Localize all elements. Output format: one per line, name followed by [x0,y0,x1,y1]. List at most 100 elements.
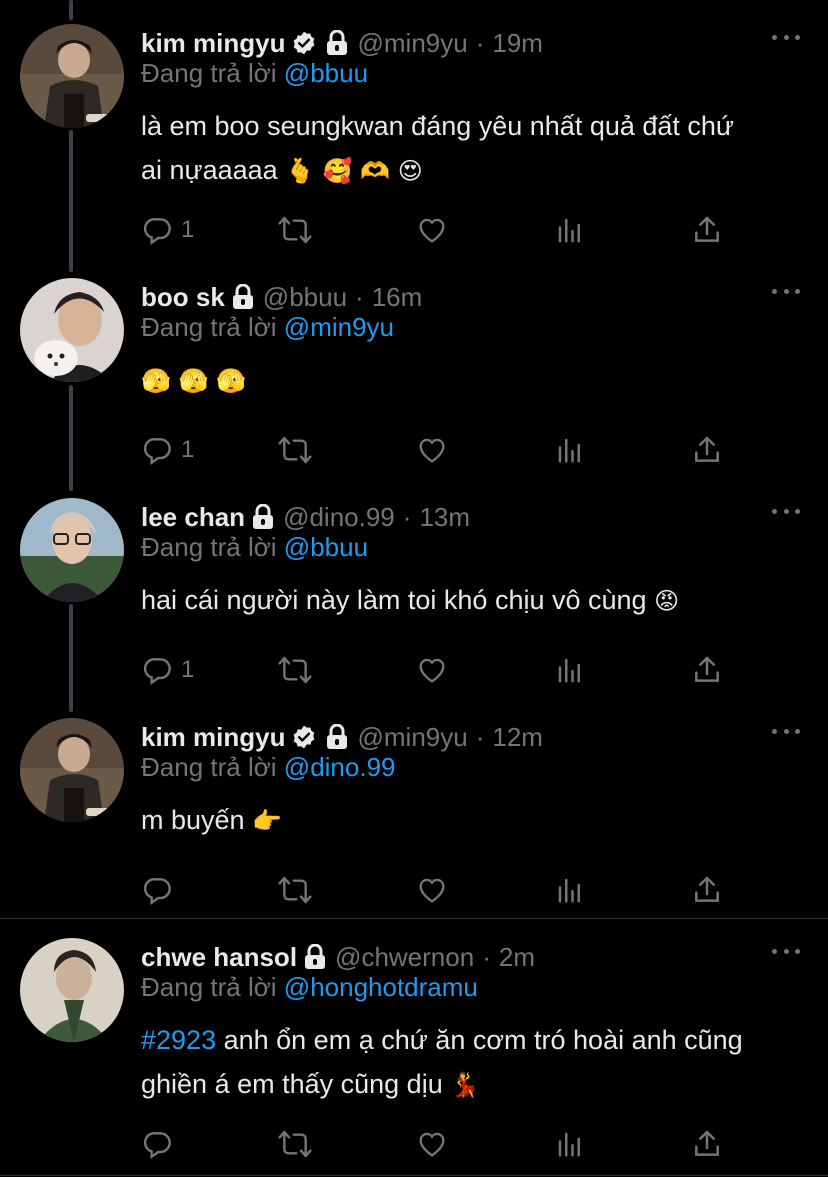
share-button[interactable] [691,870,723,910]
share-button[interactable] [691,430,723,470]
share-button[interactable] [691,650,723,690]
more-options-icon[interactable] [772,32,800,42]
action-bar: 1 [141,650,741,690]
author-handle[interactable]: @min9yu [357,28,467,59]
avatar[interactable] [20,498,124,602]
replying-to: Đang trả lời @honghotdramu [141,972,478,1003]
timestamp[interactable]: 13m [419,502,470,533]
tweet-text: 🫣 🫣 🫣 [141,358,806,403]
reply-button[interactable]: 1 [141,430,194,470]
reply-count: 1 [181,656,195,683]
views-icon [558,658,580,683]
retweet-icon [278,656,312,684]
mention-link[interactable]: @bbuu [284,58,368,88]
heart-icon [419,878,445,903]
more-options-icon[interactable] [772,726,800,736]
avatar[interactable] [20,718,124,822]
emoji-group: 😡 [654,587,680,615]
reply-icon [143,218,171,245]
tweet-text-line: ai nựaaaaa [141,155,278,185]
lock-icon [325,30,349,56]
author-name[interactable]: lee chan [141,502,245,533]
views-icon [558,438,580,463]
views-button[interactable] [555,1124,585,1164]
thread-line [69,0,73,20]
author-handle[interactable]: @dino.99 [283,502,395,533]
reply-icon [143,658,171,685]
mention-link[interactable]: @bbuu [284,532,368,562]
avatar[interactable] [20,938,124,1042]
views-button[interactable] [555,650,585,690]
heart-icon [419,658,445,683]
author-name[interactable]: boo sk [141,282,225,313]
like-button[interactable] [415,1124,449,1164]
timestamp[interactable]: 19m [492,28,543,59]
author-handle[interactable]: @min9yu [357,722,467,753]
views-button[interactable] [555,210,585,250]
heart-icon [419,1132,445,1157]
views-button[interactable] [555,870,585,910]
verified-badge-icon [291,724,317,750]
author-name[interactable]: kim mingyu [141,722,285,753]
like-button[interactable] [415,870,449,910]
tweet[interactable]: kim mingyu @min9yu · 19m Đang trả lời @b… [0,24,828,264]
reply-button[interactable]: 1 [141,210,194,250]
more-options-icon[interactable] [772,946,800,956]
reply-button[interactable]: 1 [141,650,194,690]
more-options-icon[interactable] [772,506,800,516]
mention-link[interactable]: @dino.99 [284,752,396,782]
avatar[interactable] [20,24,124,128]
views-button[interactable] [555,430,585,470]
hashtag-link[interactable]: #2923 [141,1025,216,1055]
tweet-text-line: là em boo seungkwan đáng yêu nhất quả đấ… [141,111,734,141]
retweet-button[interactable] [277,1124,313,1164]
tweet[interactable]: kim mingyu @min9yu · 12m Đang trả lời @d… [0,718,828,918]
share-icon [695,656,719,682]
replying-prefix: Đang trả lời [141,532,277,562]
author-name[interactable]: kim mingyu [141,28,285,59]
author-handle[interactable]: @chwernon [335,942,474,973]
action-bar: 1 [141,430,741,470]
mention-link[interactable]: @honghotdramu [284,972,478,1002]
like-button[interactable] [415,210,449,250]
tweet[interactable]: boo sk @bbuu · 16m Đang trả lời @min9yu … [0,278,828,488]
heart-icon [419,438,445,463]
retweet-button[interactable] [277,430,313,470]
tweet[interactable]: lee chan @dino.99 · 13m Đang trả lời @bb… [0,498,828,708]
timestamp[interactable]: 16m [372,282,423,313]
share-button[interactable] [691,1124,723,1164]
reply-icon [143,1132,171,1159]
replying-prefix: Đang trả lời [141,752,277,782]
retweet-icon [278,1130,312,1158]
retweet-button[interactable] [277,870,313,910]
like-button[interactable] [415,650,449,690]
tweet-text-line: hai cái người này làm toi khó chịu vô cù… [141,585,647,615]
mention-link[interactable]: @min9yu [284,312,394,342]
reply-button[interactable] [141,870,181,910]
share-button[interactable] [691,210,723,250]
retweet-icon [278,436,312,464]
replying-prefix: Đang trả lời [141,58,277,88]
replying-prefix: Đang trả lời [141,312,277,342]
retweet-button[interactable] [277,210,313,250]
reply-button[interactable] [141,1124,181,1164]
tweet-text-line: ghiền á em thấy cũng dịu [141,1069,443,1099]
tweet[interactable]: chwe hansol @chwernon · 2m Đang trả lời … [0,938,828,1168]
author-handle[interactable]: @bbuu [263,282,347,313]
lock-icon [231,284,255,310]
lock-icon [325,724,349,750]
like-button[interactable] [415,430,449,470]
avatar[interactable] [20,278,124,382]
timestamp[interactable]: 2m [499,942,535,973]
separator-dot: · [355,281,364,312]
replying-to: Đang trả lời @dino.99 [141,752,396,783]
share-icon [695,216,719,242]
action-bar [141,870,741,910]
emoji-group: 💃 [450,1071,481,1099]
tweet-text: hai cái người này làm toi khó chịu vô cù… [141,578,806,623]
author-name[interactable]: chwe hansol [141,942,297,973]
timestamp[interactable]: 12m [492,722,543,753]
more-options-icon[interactable] [772,286,800,296]
retweet-button[interactable] [277,650,313,690]
separator-dot: · [475,721,485,752]
